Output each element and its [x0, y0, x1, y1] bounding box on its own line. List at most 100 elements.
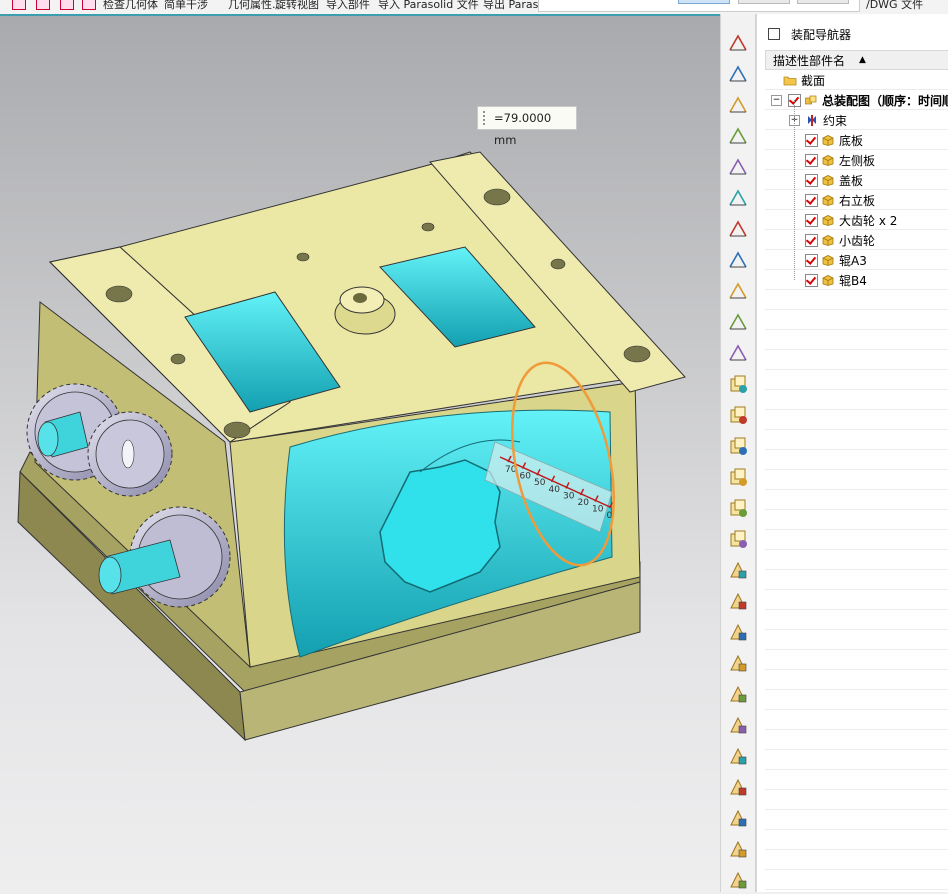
tree-row[interactable]: 辊B4 — [765, 270, 948, 290]
tree-row-label: 辊B4 — [839, 273, 867, 288]
tree-row[interactable]: 截面 — [765, 70, 948, 90]
collapse-toggle-icon[interactable]: − — [771, 94, 782, 106]
visibility-checkbox[interactable] — [805, 193, 818, 207]
menu-item-import-part[interactable]: 导入部件 — [326, 0, 370, 12]
visibility-checkbox[interactable] — [805, 233, 818, 247]
menu-item-export-parasolid[interactable]: 导出 Paraso — [483, 0, 545, 12]
gear-small — [87, 411, 173, 497]
visibility-checkbox[interactable] — [805, 213, 818, 227]
pyramid-feature-icon[interactable] — [726, 589, 750, 613]
menu-item-dwg-file[interactable]: /DWG 文件 — [866, 0, 923, 12]
tree-row[interactable]: − 总装配图（顺序：时间顺 — [765, 90, 948, 110]
tree-row[interactable]: 底板 — [765, 130, 948, 150]
part-icon — [822, 194, 834, 206]
tree-row-label: 右立板 — [839, 193, 876, 208]
visibility-checkbox[interactable] — [805, 133, 818, 147]
replace-component-icon[interactable] — [726, 465, 750, 489]
tree-row-label: 左侧板 — [839, 153, 876, 168]
tool-icon[interactable] — [82, 0, 96, 10]
part-icon — [822, 134, 834, 146]
column-header-label: 描述性部件名 — [773, 53, 846, 68]
cylinder-feature-icon[interactable] — [726, 558, 750, 582]
menu-item-simple-interference[interactable]: 简单干涉 — [164, 0, 208, 12]
tool-column — [720, 14, 756, 892]
column-header[interactable]: 描述性部件名 ▲ — [765, 50, 948, 70]
curve-analysis-icon[interactable] — [726, 217, 750, 241]
dialog-button[interactable] — [797, 0, 849, 4]
ruler-tick-label: 50 — [534, 478, 546, 488]
tree-row-label: 辊A3 — [839, 253, 867, 268]
measure-angle-icon[interactable] — [726, 93, 750, 117]
tool-icon[interactable] — [12, 0, 26, 10]
part-icon — [822, 174, 834, 186]
drag-grip-icon[interactable] — [482, 110, 486, 126]
chamfer-feature-icon[interactable] — [726, 713, 750, 737]
tree-row-label: 底板 — [839, 133, 864, 148]
surface-analysis-icon[interactable] — [726, 279, 750, 303]
tree-row[interactable]: 小齿轮 — [765, 230, 948, 250]
tree-row-label: 小齿轮 — [839, 233, 876, 248]
menu-item-import-parasolid[interactable]: 导入 Parasolid 文件 — [378, 0, 479, 12]
dimension-readout[interactable]: =79.0000 mm — [477, 106, 577, 147]
tree-row-label: 总装配图（顺序：时间顺 — [822, 93, 948, 108]
measure-distance-icon[interactable] — [726, 62, 750, 86]
boolean-feature-icon[interactable] — [726, 744, 750, 768]
visibility-checkbox[interactable] — [805, 273, 818, 287]
part-icon — [822, 154, 834, 166]
measure-radius-icon[interactable] — [726, 155, 750, 179]
part-icon — [822, 274, 834, 286]
move-component-icon[interactable] — [726, 372, 750, 396]
tree-row[interactable]: 左侧板 — [765, 150, 948, 170]
tree-row[interactable]: 辊A3 — [765, 250, 948, 270]
tree-connector-line — [794, 100, 795, 280]
tree-row[interactable]: + 约束 — [765, 110, 948, 130]
cone-feature-icon[interactable] — [726, 620, 750, 644]
menu-item-rotate-view[interactable]: 旋转视图 — [275, 0, 319, 12]
pattern-component-icon[interactable] — [726, 496, 750, 520]
face-curvature-icon[interactable] — [726, 248, 750, 272]
sort-ascending-icon[interactable]: ▲ — [859, 55, 866, 65]
graphics-viewport[interactable]: 70 60 50 40 30 20 10 0 =79.0000 mm — [0, 14, 720, 894]
visibility-checkbox[interactable] — [805, 253, 818, 267]
constraint-icon — [808, 114, 816, 126]
export-feature-icon[interactable] — [726, 868, 750, 892]
folder-icon — [783, 76, 797, 85]
navigator-toggle-checkbox[interactable] — [768, 28, 780, 40]
hole-feature-icon[interactable] — [726, 806, 750, 830]
part-icon — [822, 234, 834, 246]
add-component-icon[interactable] — [726, 403, 750, 427]
tree-row-label: 大齿轮 x 2 — [839, 213, 898, 228]
draft-feature-icon[interactable] — [726, 651, 750, 675]
part-icon — [822, 214, 834, 226]
tree-row[interactable]: 盖板 — [765, 170, 948, 190]
ruler-tick-label: 60 — [520, 472, 532, 482]
visibility-checkbox[interactable] — [805, 173, 818, 187]
ruler-tick-label: 40 — [549, 485, 561, 495]
tree-row[interactable]: 右立板 — [765, 190, 948, 210]
arc-measure-icon[interactable] — [726, 186, 750, 210]
navigator-title-bar: 装配导航器 — [757, 22, 948, 46]
tree-row-label: 约束 — [823, 113, 848, 128]
tree-row-label: 截面 — [801, 73, 826, 88]
menu-bar: 检查几何体 简单干涉 几何属性... 旋转视图 导入部件 导入 Parasoli… — [0, 0, 948, 14]
box-feature-icon[interactable] — [726, 682, 750, 706]
datum-plane-icon[interactable] — [726, 837, 750, 861]
dialog-button[interactable] — [678, 0, 730, 4]
tree-row-label: 盖板 — [839, 173, 864, 188]
mirror-component-icon[interactable] — [726, 527, 750, 551]
menu-item-check-geometry[interactable]: 检查几何体 — [103, 0, 158, 12]
section-view-icon[interactable] — [726, 31, 750, 55]
visibility-checkbox[interactable] — [805, 153, 818, 167]
ruler-tick-label: 30 — [563, 491, 575, 501]
navigator-title: 装配导航器 — [791, 27, 852, 42]
dialog-button[interactable] — [738, 0, 790, 4]
tool-icon[interactable] — [60, 0, 74, 10]
measure-length-icon[interactable] — [726, 124, 750, 148]
shell-feature-icon[interactable] — [726, 775, 750, 799]
assembly-model: 706050403020100 — [17, 151, 686, 742]
tool-icon[interactable] — [36, 0, 50, 10]
face-slope-icon[interactable] — [726, 310, 750, 334]
check-geometry-icon[interactable] — [726, 341, 750, 365]
tree-row[interactable]: 大齿轮 x 2 — [765, 210, 948, 230]
remove-component-icon[interactable] — [726, 434, 750, 458]
